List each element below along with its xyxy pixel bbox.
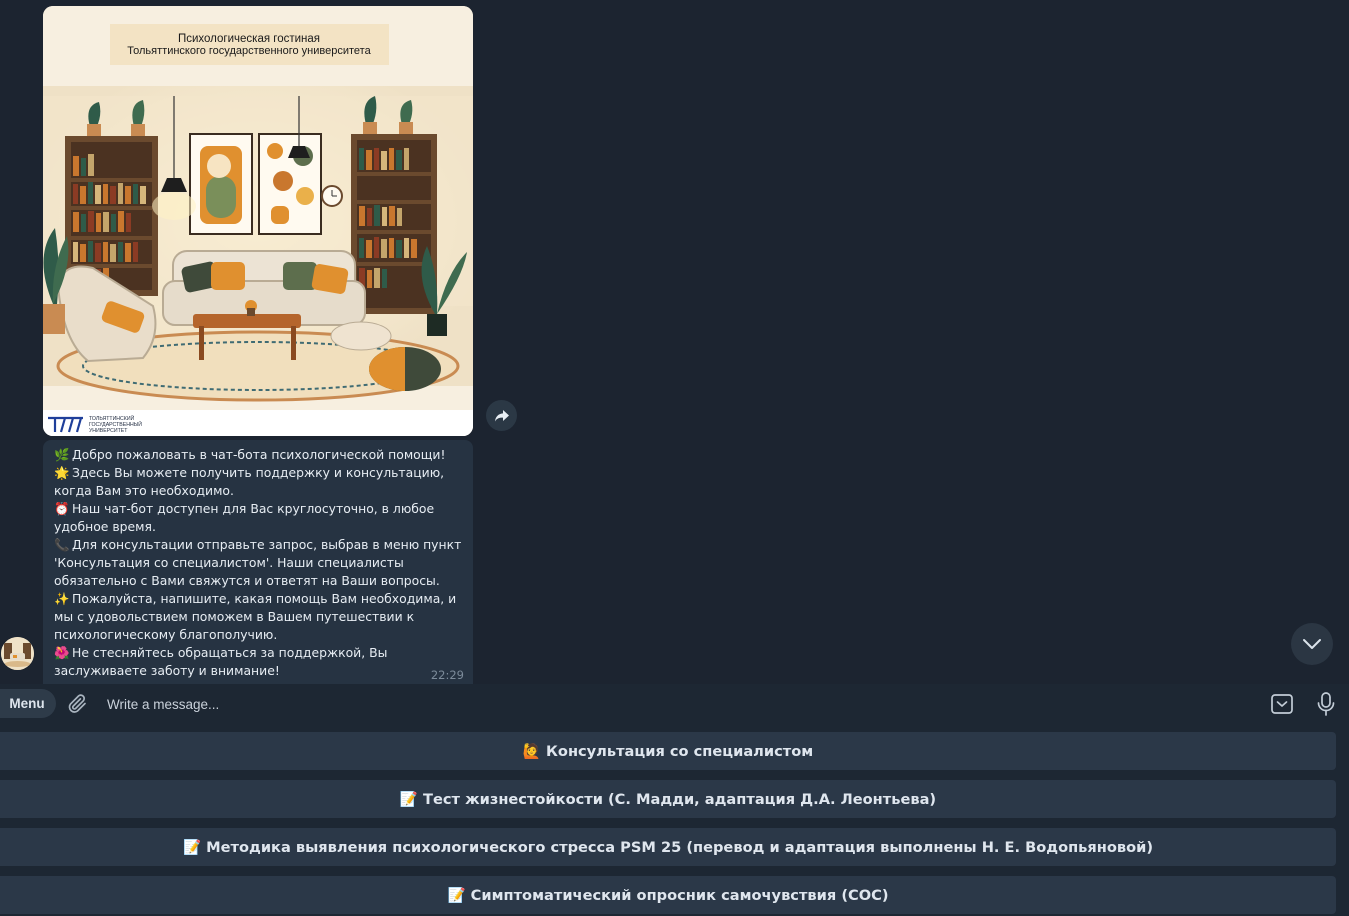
memo-emoji: 📝 bbox=[399, 791, 419, 808]
hibiscus-emoji: 🌺 bbox=[54, 645, 70, 660]
message-composer: Menu bbox=[0, 684, 1349, 724]
bot-avatar[interactable] bbox=[1, 637, 34, 670]
banner-line-1: Психологическая гостиная bbox=[178, 33, 320, 45]
avatar-image bbox=[1, 637, 34, 670]
keyboard-button-label: Симптоматический опросник самочувствия (… bbox=[470, 886, 889, 904]
logo-line-3: УНИВЕРСИТЕТ bbox=[89, 428, 128, 434]
forward-button[interactable] bbox=[486, 400, 517, 431]
memo-emoji: 📝 bbox=[447, 887, 466, 904]
memo-emoji: 📝 bbox=[182, 839, 202, 856]
sparkles-emoji: ✨ bbox=[54, 591, 70, 606]
scroll-to-bottom-button[interactable] bbox=[1291, 623, 1333, 665]
bot-menu-button[interactable]: Menu bbox=[0, 689, 56, 718]
bot-reply-keyboard: 🙋 Консультация со специалистом 📝 Тест жизн… bbox=[0, 724, 1349, 916]
message-bubble[interactable]: 🌿 Добро пожаловать в чат-бота психологиче… bbox=[43, 440, 473, 684]
keyboard-button-stress-test[interactable]: 📝 Методика выявления психологического стр… bbox=[0, 828, 1336, 866]
message-line: 🌺 Не стесняйтесь обращаться за поддержкой… bbox=[54, 644, 463, 680]
message-line: ⏰ Наш чат-бот доступен для Вас круглосуто… bbox=[54, 500, 463, 536]
microphone-icon[interactable] bbox=[1314, 691, 1338, 717]
message-line: 🌿 Добро пожаловать в чат-бота психологиче… bbox=[54, 446, 463, 464]
alarm-clock-emoji: ⏰ bbox=[54, 501, 70, 516]
message-timestamp: 22:29 bbox=[430, 668, 464, 682]
forward-icon bbox=[494, 409, 509, 421]
living-room-illustration: Психологическая гостиная Тольяттинского … bbox=[43, 6, 473, 436]
paperclip-icon[interactable] bbox=[66, 692, 90, 716]
logo-line-1: ТОЛЬЯТТИНСКИЙ bbox=[89, 414, 135, 422]
message-line: 🌟 Здесь Вы можете получить поддержку и ко… bbox=[54, 464, 463, 500]
message-text: Пожалуйста, напишите, какая помощь Вам н… bbox=[54, 591, 457, 642]
message-line: ✨ Пожалуйста, напишите, какая помощь Вам … bbox=[54, 590, 463, 644]
star-emoji: 🌟 bbox=[54, 465, 70, 480]
message-text: Наш чат-бот доступен для Вас круглосуточ… bbox=[54, 501, 435, 534]
keyboard-button-resilience-test[interactable]: 📝 Тест жизнестойкости (С. Мадди, адаптаци… bbox=[0, 780, 1336, 818]
phone-emoji: 📞 bbox=[54, 537, 70, 552]
message-input[interactable] bbox=[107, 691, 1207, 717]
chevron-down-icon bbox=[1303, 639, 1321, 649]
telegram-chat-window: Психологическая гостиная Тольяттинского … bbox=[0, 0, 1349, 916]
message-list[interactable]: Психологическая гостиная Тольяттинского … bbox=[0, 0, 1349, 684]
keyboard-button-consultation[interactable]: 🙋 Консультация со специалистом bbox=[0, 732, 1336, 770]
keyboard-button-wellbeing-questionnaire[interactable]: 📝 Симптоматический опросник самочувствия … bbox=[0, 876, 1336, 914]
keyboard-button-label: Методика выявления психологического стре… bbox=[206, 838, 1154, 856]
message-line: 📞 Для консультации отправьте запрос, выбр… bbox=[54, 536, 463, 590]
message-text: Не стесняйтесь обращаться за поддержкой,… bbox=[54, 645, 388, 678]
keyboard-button-label: Тест жизнестойкости (С. Мадди, адаптация… bbox=[423, 790, 937, 808]
message-photo[interactable]: Психологическая гостиная Тольяттинского … bbox=[43, 6, 473, 436]
keyboard-button-label: Консультация со специалистом bbox=[545, 742, 814, 760]
herb-emoji: 🌿 bbox=[54, 447, 70, 462]
raising-hand-emoji: 🙋 bbox=[522, 743, 541, 760]
logo-line-2: ГОСУДАРСТВЕННЫЙ bbox=[89, 420, 142, 428]
message-text: Для консультации отправьте запрос, выбра… bbox=[54, 537, 462, 588]
message-text: Здесь Вы можете получить поддержку и кон… bbox=[54, 465, 445, 498]
banner-line-2: Тольяттинского государственного универси… bbox=[127, 45, 371, 57]
message-text: Добро пожаловать в чат-бота психологичес… bbox=[72, 447, 446, 462]
bot-keyboard-icon[interactable] bbox=[1270, 692, 1294, 716]
